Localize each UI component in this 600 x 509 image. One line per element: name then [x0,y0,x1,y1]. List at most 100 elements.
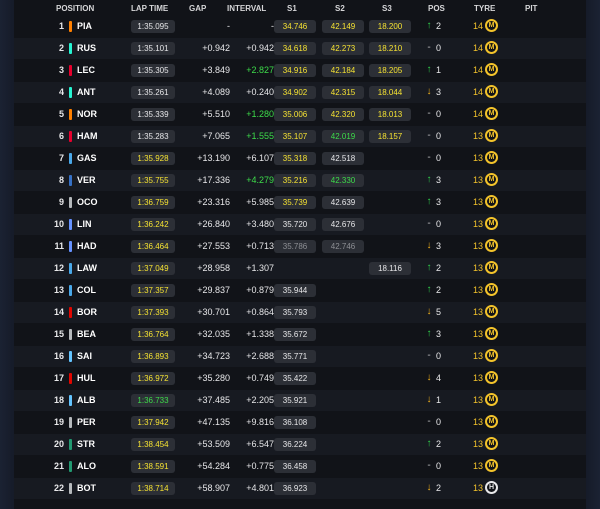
lap-time: 1:38.714 [131,482,175,495]
table-row[interactable]: 2 RUS 1:35.101 +0.942 +0.942 34.618 42.273 18.2… [14,38,586,59]
driver-code: ANT [77,87,96,97]
table-row[interactable]: 5 NOR 1:35.339 +5.510 +1.280 35.006 42.320 18.0… [14,104,586,125]
lap-time: 1:36.733 [131,394,175,407]
interval: +0.942 [246,43,274,53]
table-row[interactable]: 4 ANT 1:35.261 +4.089 +0.240 34.902 42.315 18.0… [14,82,586,103]
interval: +0.775 [246,461,274,471]
table-row[interactable]: 17 HUL 1:36.972 +35.280 +0.749 35.422 ↓ 4 13 M [14,368,586,389]
lap-time: 1:36.242 [131,218,175,231]
table-row[interactable]: 21 ALO 1:38.591 +54.284 +0.775 36.458 -0 13 M [14,456,586,477]
tyre-laps: 13 [472,307,483,317]
driver-code: OCO [77,197,98,207]
table-row[interactable]: 16 SAI 1:36.893 +34.723 +2.688 35.771 -0 13 M [14,346,586,367]
table-row[interactable]: 14 BOR 1:37.393 +30.701 +0.864 35.793 ↓ 5 13 M [14,302,586,323]
driver-code: LEC [77,65,95,75]
gap-to-leader: +5.510 [202,109,230,119]
position-number: 13 [53,285,64,295]
table-row[interactable]: 10 LIN 1:36.242 +26.840 +3.480 35.720 42.676 -0… [14,214,586,235]
sector-2-time: 42.320 [322,108,364,121]
interval: +2.688 [246,351,274,361]
table-row[interactable]: 7 GAS 1:35.928 +13.190 +6.107 35.318 42.518 -0 1… [14,148,586,169]
arrow-up-icon: ↑ [426,20,432,31]
lap-time: 1:37.357 [131,284,175,297]
sector-1-time: 34.618 [274,42,316,55]
table-row[interactable]: 12 LAW 1:37.049 +28.958 +1.307 18.116 ↑ 2 13 M [14,258,586,279]
no-change-icon: - [427,42,431,53]
position-change: 3 [436,241,442,251]
lap-time: 1:37.049 [131,262,175,275]
sector-2-time: 42.184 [322,64,364,77]
medium-tyre-icon: M [485,327,498,340]
position-change: 1 [436,65,442,75]
position-number: 20 [53,439,64,449]
no-change-icon: - [427,130,431,141]
table-row[interactable]: 11 HAD 1:36.464 +27.553 +0.713 35.786 42.746 ↓ 3… [14,236,586,257]
team-color-bar [69,21,72,32]
interval: +4.801 [246,483,274,493]
driver-code: LIN [77,219,92,229]
team-color-bar [69,351,72,362]
gap-to-leader: +7.065 [202,131,230,141]
table-row[interactable]: 19 PER 1:37.942 +47.135 +9.816 36.108 -0 13 M [14,412,586,433]
sector-2-time: 42.019 [322,130,364,143]
medium-tyre-icon: M [485,129,498,142]
arrow-down-icon: ↓ [426,372,432,383]
table-row[interactable]: 13 COL 1:37.357 +29.837 +0.879 35.944 ↑ 2 13 M [14,280,586,301]
header-lap-time: LAP TIME [131,4,169,13]
no-change-icon: - [427,218,431,229]
sector-1-time: 35.422 [274,372,316,385]
table-row[interactable]: 15 BEA 1:36.764 +32.035 +1.338 35.672 ↑ 3 13 M [14,324,586,345]
gap-to-leader: - [227,21,230,31]
table-row[interactable]: 6 HAM 1:35.283 +7.065 +1.555 35.107 42.019 18.1… [14,126,586,147]
table-row[interactable]: 8 VER 1:35.755 +17.336 +4.279 35.216 42.330 ↑ 3 1… [14,170,586,191]
position-number: 21 [53,461,64,471]
interval: +0.879 [246,285,274,295]
sector-1-time: 35.921 [274,394,316,407]
position-number: 1 [58,21,64,31]
team-color-bar [69,109,72,120]
gap-to-leader: +0.942 [202,43,230,53]
gap-to-leader: +28.958 [197,263,230,273]
timing-screen: POSITION LAP TIME GAP INTERVAL S1 S2 S3 … [0,0,600,509]
sector-2-time: 42.518 [322,152,364,165]
gap-to-leader: +26.840 [197,219,230,229]
tyre-laps: 13 [472,373,483,383]
tyre-laps: 13 [472,351,483,361]
arrow-up-icon: ↑ [426,438,432,449]
interval: +0.749 [246,373,274,383]
header-s2: S2 [335,4,345,13]
table-row[interactable]: 9 OCO 1:36.759 +23.316 +5.985 35.739 42.639 ↑ 3 1… [14,192,586,213]
medium-tyre-icon: M [485,19,498,32]
driver-code: BOT [77,483,96,493]
gap-to-leader: +35.280 [197,373,230,383]
table-row[interactable]: 22 BOT 1:38.714 +58.907 +4.801 36.923 ↓ 2 13 H [14,478,586,499]
table-row[interactable]: 1 PIA 1:35.095- -34.746 42.149 18.200 ↑ 2 14 M [14,16,586,37]
sector-1-time: 35.216 [274,174,316,187]
interval: +2.827 [246,65,274,75]
tyre-laps: 13 [472,241,483,251]
interval: +1.307 [246,263,274,273]
position-number: 14 [53,307,64,317]
table-row[interactable]: 18 ALB 1:36.733 +37.485 +2.205 35.921 ↓ 1 13 M [14,390,586,411]
sector-1-time: 35.006 [274,108,316,121]
sector-2-time: 42.676 [322,218,364,231]
sector-2-time: 42.149 [322,20,364,33]
team-color-bar [69,263,72,274]
sector-3-time: 18.210 [369,42,411,55]
sector-1-time: 35.107 [274,130,316,143]
driver-code: PIA [77,21,93,31]
tyre-laps: 14 [472,87,483,97]
position-number: 18 [53,395,64,405]
table-row[interactable]: 3 LEC 1:35.305 +3.849 +2.827 34.916 42.184 18.2… [14,60,586,81]
driver-code: STR [77,439,95,449]
lap-time: 1:35.095 [131,20,175,33]
position-number: 11 [54,241,64,251]
tyre-laps: 13 [472,175,483,185]
position-change: 0 [436,461,442,471]
tyre-laps: 13 [472,219,483,229]
arrow-up-icon: ↑ [426,262,432,273]
sector-2-time: 42.746 [322,240,364,253]
position-change: 0 [436,417,442,427]
driver-code: COL [77,285,96,295]
table-row[interactable]: 20 STR 1:38.454 +53.509 +6.547 36.224 ↑ 2 13 M [14,434,586,455]
